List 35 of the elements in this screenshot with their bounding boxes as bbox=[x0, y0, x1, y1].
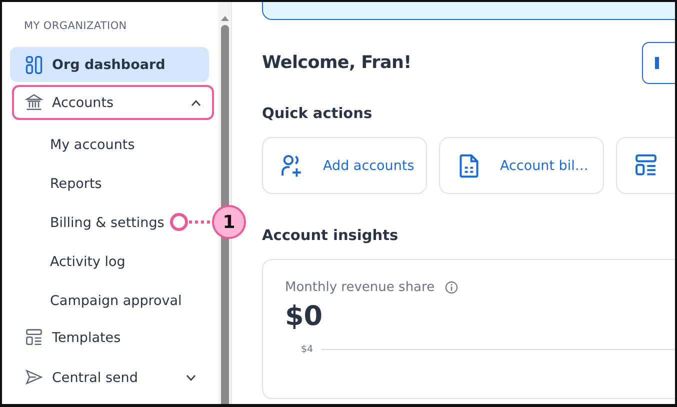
nav-label: Accounts bbox=[52, 94, 115, 110]
nav-label: Central send bbox=[52, 370, 139, 386]
bank-icon bbox=[24, 92, 44, 112]
quick-action-card[interactable]: Account bil… bbox=[439, 137, 604, 194]
axis-label: $4 bbox=[301, 344, 314, 355]
nav-subitem[interactable]: Billing & settings bbox=[50, 212, 164, 232]
layout-icon bbox=[24, 328, 44, 348]
section-heading: MY ORGANIZATION bbox=[24, 19, 128, 34]
chevron-down-icon[interactable] bbox=[185, 374, 197, 382]
send-icon bbox=[24, 368, 44, 388]
section-title: Quick actions bbox=[262, 106, 374, 122]
section-title: Account insights bbox=[262, 228, 400, 244]
dashboard-icon bbox=[24, 54, 44, 74]
scroll-up-icon[interactable] bbox=[220, 14, 230, 22]
nav-label: Org dashboard bbox=[52, 56, 166, 72]
button-icon bbox=[655, 57, 659, 69]
nav-label: Templates bbox=[52, 330, 122, 346]
nav-subitem[interactable]: Campaign approval bbox=[50, 290, 182, 310]
chevron-up-icon[interactable] bbox=[190, 98, 202, 106]
callout-badge: 1 bbox=[212, 205, 246, 239]
nav-item[interactable]: Central send bbox=[10, 360, 209, 395]
leader-line bbox=[188, 220, 212, 224]
nav-item[interactable]: Templates bbox=[10, 320, 209, 355]
callout-marker bbox=[170, 213, 188, 231]
nav-item[interactable]: Org dashboard bbox=[10, 47, 209, 82]
nav-subitem[interactable]: My accounts bbox=[50, 134, 135, 154]
metric-value: $0 bbox=[285, 301, 324, 332]
nav-subitem[interactable]: Reports bbox=[50, 174, 102, 194]
page-title: Welcome, Fran! bbox=[262, 53, 412, 73]
info-icon[interactable] bbox=[444, 281, 458, 294]
card-title: Monthly revenue share bbox=[285, 280, 435, 295]
nav-subitem[interactable]: Activity log bbox=[50, 252, 126, 272]
layout-icon bbox=[633, 152, 659, 178]
quick-action-card[interactable]: Add accounts bbox=[262, 137, 427, 194]
nav-item[interactable]: Accounts bbox=[12, 85, 214, 120]
